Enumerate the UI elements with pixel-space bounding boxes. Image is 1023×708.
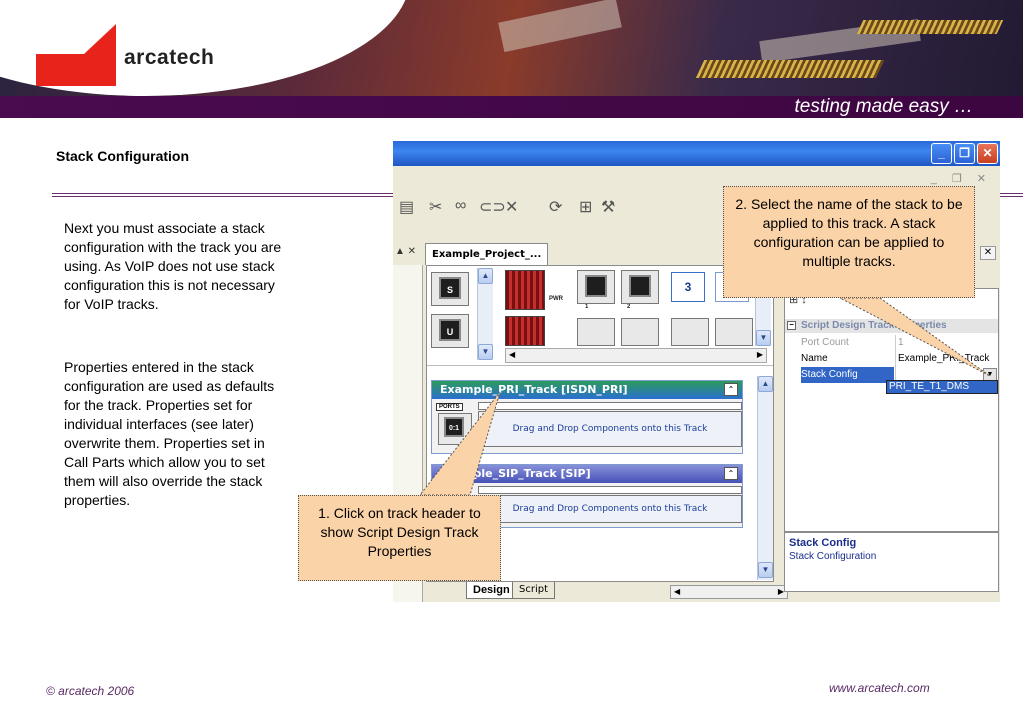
track-drop-zone[interactable]: Drag and Drop Components onto this Track	[478, 495, 742, 523]
copyright: © arcatech 2006	[46, 684, 135, 698]
collapse-category-icon[interactable]: −	[787, 321, 796, 330]
tagline: testing made easy …	[794, 96, 973, 117]
port-jack	[629, 275, 651, 297]
track-header-pri[interactable]: Example_PRI_Track [ISDN_PRI]	[432, 381, 742, 399]
bottom-horizontal-scrollbar[interactable]: ◀ ▶	[670, 585, 788, 599]
led-pwr-label: PWR	[549, 296, 563, 302]
port-jack	[585, 275, 607, 297]
hardware-panel-1[interactable]	[505, 270, 545, 310]
palette-horizontal-scrollbar[interactable]: ◀ ▶	[505, 348, 767, 363]
port-component-2[interactable]	[621, 270, 659, 304]
led-1-label: 1	[585, 304, 589, 310]
collapse-icon[interactable]: ⌃	[724, 383, 738, 396]
property-value[interactable]: Example_PRI_Track	[895, 351, 998, 367]
scroll-up-icon[interactable]: ▲	[478, 268, 493, 284]
properties-category-label: Script Design Track Properties	[801, 320, 947, 331]
property-value: 1	[895, 335, 998, 351]
scroll-left-icon[interactable]: ◀	[674, 587, 680, 596]
close-icon[interactable]: ✕	[977, 143, 998, 164]
track-header-sip[interactable]: Example_SIP_Track [SIP]	[432, 465, 742, 483]
collapse-icon[interactable]: ⌃	[724, 467, 738, 480]
scroll-left-icon[interactable]: ◀	[509, 350, 515, 359]
properties-panel: ⊞ ↕ − Script Design Track Properties Por…	[784, 288, 999, 532]
header-banner: arcatech	[0, 0, 1023, 96]
component-u-label: U	[439, 319, 461, 341]
description-title: Stack Config	[789, 537, 857, 549]
scroll-down-icon[interactable]: ▼	[758, 562, 773, 578]
component-s-label: S	[439, 277, 461, 299]
property-key: Port Count	[801, 337, 849, 348]
property-key: Stack Config	[801, 367, 894, 383]
scroll-down-icon[interactable]: ▼	[756, 330, 771, 346]
port-component-4[interactable]	[621, 318, 659, 346]
property-row-port-count[interactable]: Port Count 1	[785, 335, 998, 351]
tab-design[interactable]: Design	[466, 582, 517, 599]
properties-category[interactable]: − Script Design Track Properties	[785, 319, 998, 333]
ports-label: PORTS	[436, 403, 463, 411]
property-key: Name	[801, 353, 828, 364]
port-id-label: 0:1	[444, 417, 464, 437]
paragraph-stack-association: Next you must associate a stack configur…	[64, 220, 282, 312]
component-s[interactable]: S	[431, 272, 469, 306]
restore-icon[interactable]: ❐	[954, 143, 975, 164]
description-text: Stack Configuration	[789, 551, 877, 562]
palette-left-scrollbar[interactable]: ▲ ▼	[477, 268, 493, 360]
port-component-6[interactable]	[715, 318, 753, 346]
editor-bottom-tabs: Design Script ◀ ▶	[426, 582, 788, 600]
website-link[interactable]: www.arcatech.com	[829, 681, 930, 695]
track-strip	[478, 486, 742, 494]
track-pri[interactable]: Example_PRI_Track [ISDN_PRI] ⌃ PORTS 0:1…	[431, 380, 743, 454]
paragraph-properties: Properties entered in the stack configur…	[64, 359, 275, 508]
led-2-label: 2	[627, 304, 631, 310]
disconnect-icon[interactable]: ⊂⊃	[479, 197, 506, 217]
tracks-vertical-scrollbar[interactable]: ▲ ▼	[757, 376, 773, 580]
callout-step-2: 2. Select the name of the stack to be ap…	[723, 186, 975, 298]
slide-title: Stack Configuration	[56, 148, 190, 164]
component-palette: S U ▲ ▼ PWR 1 2 3 ◀ ▶ ▼	[427, 266, 773, 366]
hardware-panel-2[interactable]	[505, 316, 545, 346]
port-component-1[interactable]	[577, 270, 615, 304]
main-toolbar: ▤ ✂ ∞ ⊂⊃ ✕ ⟳ ⊞ ⚒	[393, 189, 733, 223]
cut-icon[interactable]: ✂	[429, 197, 442, 217]
title-divider-right	[999, 193, 1023, 197]
window-titlebar[interactable]: _ ❐ ✕	[393, 141, 1000, 166]
mdi-window-buttons[interactable]: _ ❐ ✕	[931, 172, 992, 185]
property-description-panel: Stack Config Stack Configuration	[784, 532, 999, 592]
component-count-box[interactable]: 3	[671, 272, 705, 302]
scroll-right-icon[interactable]: ▶	[757, 350, 763, 359]
tab-close-icon[interactable]: ✕	[980, 246, 996, 260]
properties-icon[interactable]: ▤	[399, 197, 414, 217]
delete-icon[interactable]: ✕	[505, 197, 518, 217]
port-component-3[interactable]	[577, 318, 615, 346]
callout-step-1: 1. Click on track header to show Script …	[298, 495, 501, 581]
component-u[interactable]: U	[431, 314, 469, 348]
scroll-down-icon[interactable]: ▼	[478, 344, 493, 360]
title-divider	[52, 193, 394, 197]
build-icon[interactable]: ⚒	[601, 197, 615, 217]
scroll-up-icon[interactable]: ▲	[758, 376, 773, 392]
pane-close-icon[interactable]: ▲ ✕	[395, 246, 416, 257]
track-drop-zone[interactable]: Drag and Drop Components onto this Track	[478, 411, 742, 447]
tab-script[interactable]: Script	[512, 582, 556, 599]
minimize-icon[interactable]: _	[931, 143, 952, 164]
arcatech-logo-icon	[36, 24, 116, 86]
tab-example-project[interactable]: Example_Project_...	[425, 243, 549, 265]
track-port-component[interactable]: 0:1	[438, 413, 472, 445]
brand-name: arcatech	[124, 46, 215, 69]
property-row-name[interactable]: Name Example_PRI_Track	[785, 351, 998, 367]
port-component-5[interactable]	[671, 318, 709, 346]
grid-icon[interactable]: ⊞	[579, 197, 592, 217]
track-strip	[478, 402, 742, 410]
stack-config-option[interactable]: PRI_TE_T1_DMS	[886, 380, 998, 394]
connect-icon[interactable]: ∞	[455, 197, 466, 215]
refresh-icon[interactable]: ⟳	[549, 197, 562, 217]
